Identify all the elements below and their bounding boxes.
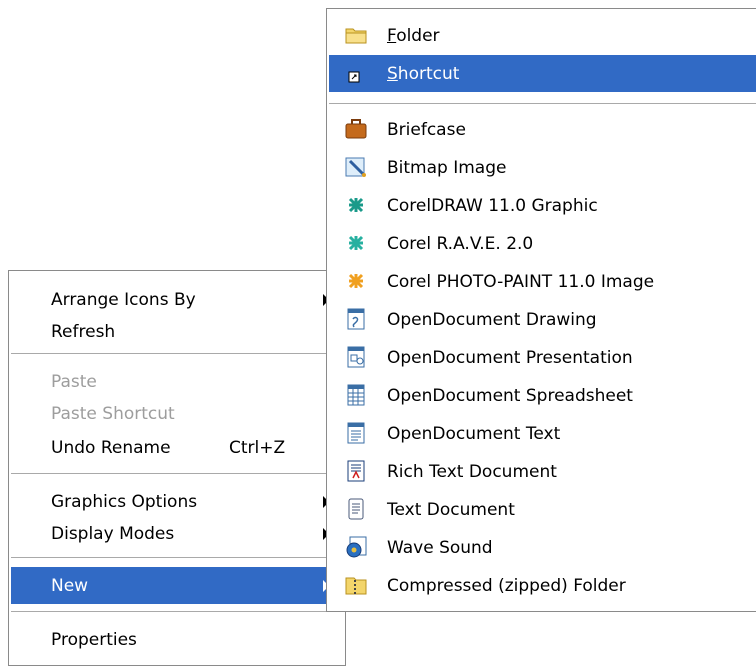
submenu-item-coreldraw[interactable]: CorelDRAW 11.0 Graphic [329, 187, 756, 224]
menu-item-new[interactable]: New [11, 567, 343, 604]
text-document-icon [348, 498, 364, 520]
menu-item-label: CorelDRAW 11.0 Graphic [387, 195, 598, 216]
menu-item-label: Wave Sound [387, 537, 493, 558]
menu-separator [11, 611, 343, 614]
menu-item-refresh[interactable]: Refresh [11, 313, 343, 350]
keyboard-shortcut: Ctrl+Z [229, 437, 286, 458]
menu-item-label: Properties [51, 629, 137, 650]
menu-item-display-modes[interactable]: Display Modes [11, 515, 343, 552]
shortcut-icon [348, 71, 360, 83]
submenu-item-corel-rave[interactable]: Corel R.A.V.E. 2.0 [329, 225, 756, 262]
menu-item-label: Paste Shortcut [51, 403, 175, 424]
bitmap-image-icon [345, 157, 366, 177]
menu-separator [329, 103, 756, 106]
menu-item-label: Refresh [51, 321, 116, 342]
corel-photo-paint-icon [347, 272, 365, 290]
submenu-item-text-document[interactable]: Text Document [329, 491, 756, 528]
briefcase-icon [345, 119, 367, 139]
submenu-item-wave-sound[interactable]: Wave Sound [329, 529, 756, 566]
submenu-item-corel-photopaint[interactable]: Corel PHOTO-PAINT 11.0 Image [329, 263, 756, 300]
opendocument-presentation-icon [347, 346, 365, 368]
menu-item-label: Rich Text Document [387, 461, 557, 482]
opendocument-text-icon [347, 422, 365, 444]
menu-item-label: Corel PHOTO-PAINT 11.0 Image [387, 271, 655, 292]
submenu-item-od-presentation[interactable]: OpenDocument Presentation [329, 339, 756, 376]
menu-item-label: Text Document [387, 499, 515, 520]
opendocument-spreadsheet-icon [347, 384, 365, 406]
submenu-item-briefcase[interactable]: Briefcase [329, 111, 756, 148]
opendocument-drawing-icon [347, 308, 365, 330]
coreldraw-icon [347, 196, 365, 214]
menu-item-label: OpenDocument Presentation [387, 347, 633, 368]
menu-item-label: Arrange Icons By [51, 289, 196, 310]
menu-item-label: Briefcase [387, 119, 466, 140]
menu-separator [11, 353, 343, 356]
submenu-item-bitmap[interactable]: Bitmap Image [329, 149, 756, 186]
submenu-item-shortcut[interactable]: Shortcut [329, 55, 756, 92]
menu-item-label: Folder [387, 25, 440, 46]
folder-icon [345, 28, 367, 44]
submenu-item-od-text[interactable]: OpenDocument Text [329, 415, 756, 452]
corel-rave-icon [347, 234, 365, 252]
menu-item-label: Graphics Options [51, 491, 198, 512]
submenu-item-od-spreadsheet[interactable]: OpenDocument Spreadsheet [329, 377, 756, 414]
submenu-item-compressed-folder[interactable]: Compressed (zipped) Folder [329, 567, 756, 604]
menu-item-label: Corel R.A.V.E. 2.0 [387, 233, 534, 254]
menu-separator [11, 557, 343, 560]
wave-sound-icon [346, 536, 367, 558]
menu-item-properties[interactable]: Properties [11, 621, 343, 658]
menu-item-label: Shortcut [387, 63, 460, 84]
menu-separator [11, 473, 343, 476]
menu-item-label: OpenDocument Spreadsheet [387, 385, 633, 406]
menu-item-label: Compressed (zipped) Folder [387, 575, 626, 596]
menu-item-label: Display Modes [51, 523, 175, 544]
rich-text-document-icon [347, 460, 365, 482]
menu-item-paste-shortcut: Paste Shortcut [11, 395, 343, 432]
submenu-item-rich-text[interactable]: Rich Text Document [329, 453, 756, 490]
menu-item-label: OpenDocument Drawing [387, 309, 597, 330]
menu-item-label: Undo Rename [51, 437, 171, 458]
zipped-folder-icon [345, 577, 367, 595]
menu-item-label: OpenDocument Text [387, 423, 561, 444]
menu-item-label: Paste [51, 371, 97, 392]
new-submenu: Folder Shortcut Briefcase Bitmap Image C… [326, 8, 756, 612]
submenu-item-folder[interactable]: Folder [329, 17, 756, 54]
menu-item-label: New [51, 575, 89, 596]
menu-item-undo-rename[interactable]: Undo Rename Ctrl+Z [11, 429, 343, 466]
desktop-context-menu: Arrange Icons By Refresh Paste Paste Sho… [8, 270, 346, 666]
menu-item-label: Bitmap Image [387, 157, 507, 178]
submenu-item-od-drawing[interactable]: OpenDocument Drawing [329, 301, 756, 338]
